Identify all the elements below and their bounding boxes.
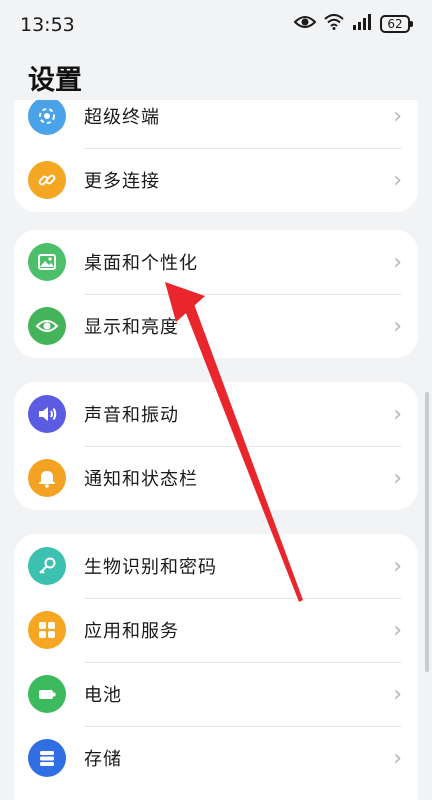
settings-item-label: 显示和亮度 (84, 317, 179, 338)
settings-item-label: 更多连接 (84, 171, 160, 192)
apps-icon (28, 611, 66, 649)
divider (84, 446, 402, 447)
chevron-right-icon: › (393, 681, 402, 707)
chevron-right-icon: › (393, 401, 402, 427)
speaker-icon (28, 395, 66, 433)
chevron-right-icon: › (393, 745, 402, 771)
key-icon (28, 547, 66, 585)
divider (84, 598, 402, 599)
settings-item-label: 通知和状态栏 (84, 469, 198, 490)
settings-item-battery[interactable]: 电池 › (14, 662, 418, 726)
settings-item-label: 存储 (84, 749, 122, 770)
divider (84, 662, 402, 663)
settings-group-sound-notifications: 声音和振动 › 通知和状态栏 › (14, 382, 418, 510)
settings-item-label: 超级终端 (84, 107, 160, 128)
settings-item-label: 声音和振动 (84, 405, 179, 426)
page-title: 设置 (28, 65, 82, 96)
settings-item-label: 电池 (84, 685, 122, 706)
settings-item-biometrics-password[interactable]: 生物识别和密码 › (14, 534, 418, 598)
settings-list[interactable]: 超级终端 › 更多连接 › 桌面和个性化 › 显示和亮度 › 声音和振动 › 通… (0, 100, 432, 800)
eye-icon (28, 307, 66, 345)
chevron-right-icon: › (393, 465, 402, 491)
storage-icon (28, 739, 66, 777)
divider (84, 294, 402, 295)
settings-item-label: 桌面和个性化 (84, 253, 198, 274)
chevron-right-icon: › (393, 617, 402, 643)
chevron-right-icon: › (393, 313, 402, 339)
status-icons: 62 (293, 14, 413, 34)
bell-icon (28, 459, 66, 497)
super-device-icon (28, 100, 66, 135)
divider (84, 726, 402, 727)
settings-item-label: 应用和服务 (84, 621, 179, 642)
settings-item-display-brightness[interactable]: 显示和亮度 › (14, 294, 418, 358)
battery-indicator: 62 (380, 15, 413, 33)
settings-item-label: 生物识别和密码 (84, 557, 217, 578)
settings-item-sound-vibration[interactable]: 声音和振动 › (14, 382, 418, 446)
settings-item-desktop-personalization[interactable]: 桌面和个性化 › (14, 230, 418, 294)
battery-icon (28, 675, 66, 713)
chevron-right-icon: › (393, 553, 402, 579)
settings-item-notifications-status-bar[interactable]: 通知和状态栏 › (14, 446, 418, 510)
chevron-right-icon: › (393, 103, 402, 129)
status-bar: 13:53 62 (0, 0, 432, 52)
status-time: 13:53 (20, 14, 75, 36)
link-icon (28, 161, 66, 199)
settings-group-connectivity: 超级终端 › 更多连接 › (14, 100, 418, 212)
signal-icon (352, 14, 372, 34)
eye-comfort-icon (293, 14, 317, 34)
wifi-icon (324, 14, 344, 34)
image-icon (28, 243, 66, 281)
settings-item-super-device[interactable]: 超级终端 › (14, 100, 418, 148)
chevron-right-icon: › (393, 167, 402, 193)
chevron-right-icon: › (393, 249, 402, 275)
settings-group-display: 桌面和个性化 › 显示和亮度 › (14, 230, 418, 358)
settings-item-storage[interactable]: 存储 › (14, 726, 418, 790)
scrollbar[interactable] (425, 392, 429, 672)
settings-item-more-connections[interactable]: 更多连接 › (14, 148, 418, 212)
settings-group-system: 生物识别和密码 › 应用和服务 › 电池 › 存储 › (14, 534, 418, 800)
divider (84, 148, 402, 149)
settings-item-apps-services[interactable]: 应用和服务 › (14, 598, 418, 662)
